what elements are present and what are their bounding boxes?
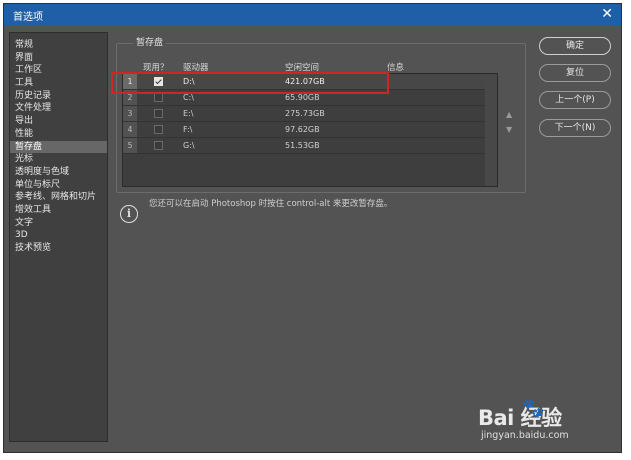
row-number: 5 (123, 138, 137, 153)
free-space-cell: 275.73GB (285, 109, 325, 118)
info-message: 您还可以在启动 Photoshop 时按住 control-alt 来更改暂存盘… (149, 199, 393, 209)
table-row[interactable]: 3 E:\ 275.73GB (123, 106, 485, 122)
reset-button[interactable]: 复位 (539, 64, 611, 82)
sidebar-item-workspace[interactable]: 工作区 (10, 64, 107, 77)
sidebar-item-scratch-disks[interactable]: 暂存盘 (10, 140, 107, 154)
move-up-arrow-icon[interactable]: ▲ (506, 110, 512, 119)
drive-cell: G:\ (183, 141, 195, 150)
column-header-info: 信息 (387, 63, 405, 73)
sidebar-item-guides-grid[interactable]: 参考线、网格和切片 (10, 191, 107, 204)
highlight-annotation-box (111, 72, 389, 94)
sidebar-item-plugins[interactable]: 增效工具 (10, 204, 107, 217)
sidebar-item-export[interactable]: 导出 (10, 115, 107, 128)
sidebar-item-3d[interactable]: 3D (10, 229, 107, 242)
ok-button[interactable]: 确定 (539, 37, 611, 55)
sidebar-item-tech-preview[interactable]: 技术预览 (10, 242, 107, 255)
watermark: Bai 经验 🐾 jingyan.baidu.com (478, 398, 598, 448)
sidebar-item-interface[interactable]: 界面 (10, 52, 107, 65)
paw-icon: 🐾 (522, 398, 545, 419)
sidebar-item-file-handling[interactable]: 文件处理 (10, 102, 107, 115)
free-space-cell: 51.53GB (285, 141, 320, 150)
active-checkbox[interactable] (154, 109, 163, 118)
sidebar-item-history[interactable]: 历史记录 (10, 90, 107, 103)
preferences-sidebar: 常规 界面 工作区 工具 历史记录 文件处理 导出 性能 暂存盘 光标 透明度与… (9, 32, 108, 442)
sidebar-item-type[interactable]: 文字 (10, 217, 107, 230)
watermark-logo: Bai 经验 (478, 406, 562, 430)
sidebar-item-performance[interactable]: 性能 (10, 128, 107, 141)
window-title: 首选项 (13, 12, 43, 23)
row-number: 4 (123, 122, 137, 137)
next-button[interactable]: 下一个(N) (539, 119, 611, 137)
drive-cell: F:\ (183, 125, 193, 134)
active-checkbox[interactable] (154, 93, 163, 102)
active-checkbox[interactable] (154, 125, 163, 134)
title-bar: 首选项 ✕ (4, 4, 621, 26)
sidebar-item-cursors[interactable]: 光标 (10, 153, 107, 166)
sidebar-item-transparency[interactable]: 透明度与色域 (10, 166, 107, 179)
move-down-arrow-icon[interactable]: ▼ (506, 125, 512, 134)
active-checkbox[interactable] (154, 141, 163, 150)
previous-button[interactable]: 上一个(P) (539, 91, 611, 109)
table-row[interactable]: 5 G:\ 51.53GB (123, 138, 485, 154)
drive-cell: E:\ (183, 109, 194, 118)
table-scrollbar[interactable] (485, 74, 497, 186)
watermark-url: jingyan.baidu.com (481, 430, 569, 441)
sidebar-item-general[interactable]: 常规 (10, 39, 107, 52)
close-icon[interactable]: ✕ (601, 6, 613, 22)
table-row[interactable]: 4 F:\ 97.62GB (123, 122, 485, 138)
sidebar-item-units-rulers[interactable]: 单位与标尺 (10, 179, 107, 192)
free-space-cell: 97.62GB (285, 125, 320, 134)
info-icon: i (120, 205, 138, 223)
sidebar-item-tools[interactable]: 工具 (10, 77, 107, 90)
row-number: 3 (123, 106, 137, 121)
group-label: 暂存盘 (133, 37, 167, 49)
